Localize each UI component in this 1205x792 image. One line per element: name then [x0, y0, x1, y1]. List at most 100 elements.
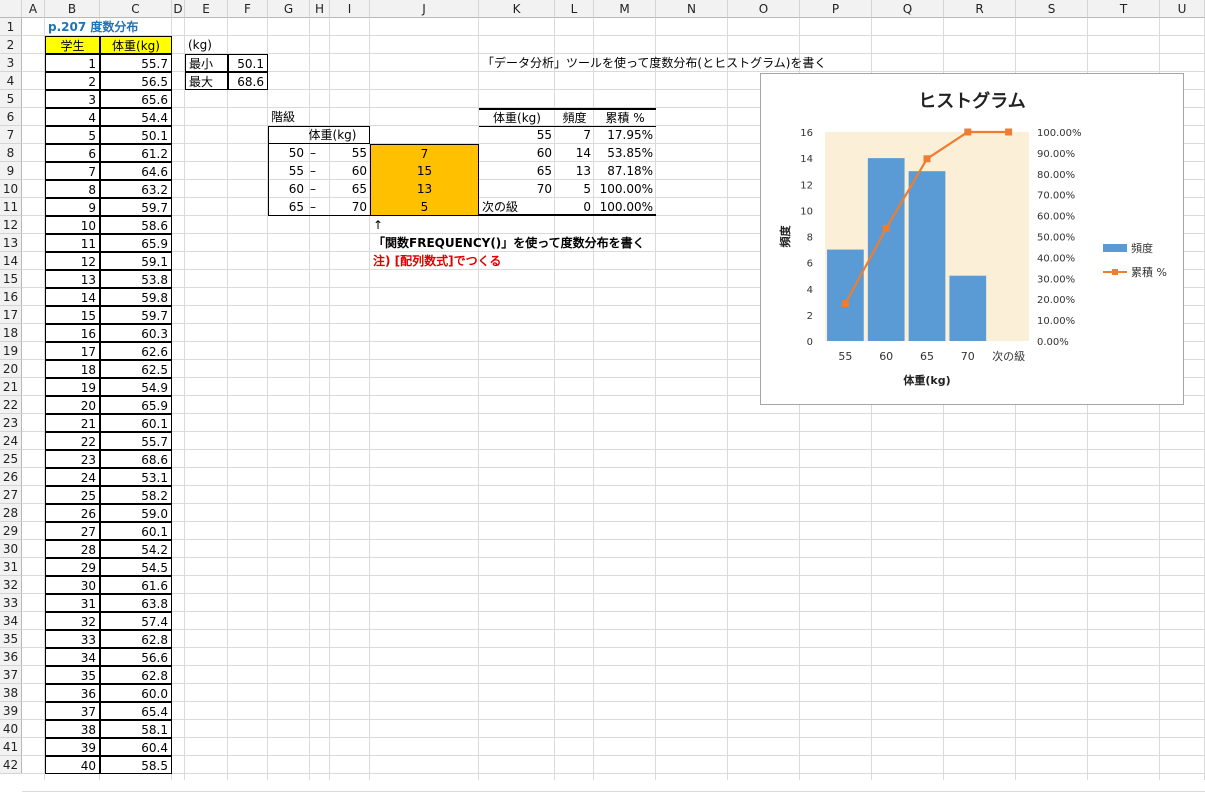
student-number-cell[interactable]: 29	[45, 558, 100, 576]
student-number-cell[interactable]: 13	[45, 270, 100, 288]
analysis-frequency[interactable]: 5	[555, 180, 594, 198]
weight-cell[interactable]: 60.4	[100, 738, 172, 756]
column-header[interactable]: T	[1088, 0, 1160, 18]
column-header[interactable]: O	[728, 0, 800, 18]
row-header[interactable]: 11	[0, 198, 22, 216]
frequency-cell[interactable]: 7	[370, 144, 479, 162]
analysis-cumulative[interactable]: 100.00%	[594, 198, 656, 216]
student-number-cell[interactable]: 21	[45, 414, 100, 432]
weight-cell[interactable]: 60.1	[100, 522, 172, 540]
row-header[interactable]: 41	[0, 738, 22, 756]
row-header[interactable]: 34	[0, 612, 22, 630]
student-number-cell[interactable]: 5	[45, 126, 100, 144]
row-header[interactable]: 28	[0, 504, 22, 522]
analysis-header[interactable]: 体重(kg)	[479, 110, 555, 127]
column-header[interactable]: M	[594, 0, 656, 18]
student-number-cell[interactable]: 38	[45, 720, 100, 738]
header-weight[interactable]: 体重(kg)	[100, 36, 172, 54]
weight-cell[interactable]: 65.4	[100, 702, 172, 720]
row-header[interactable]: 8	[0, 144, 22, 162]
weight-cell[interactable]: 55.7	[100, 432, 172, 450]
class-from[interactable]: 65	[268, 198, 304, 216]
column-header[interactable]: I	[330, 0, 370, 18]
row-header[interactable]: 17	[0, 306, 22, 324]
weight-cell[interactable]: 59.0	[100, 504, 172, 522]
row-header[interactable]: 15	[0, 270, 22, 288]
weight-cell[interactable]: 59.7	[100, 306, 172, 324]
weight-cell[interactable]: 56.5	[100, 72, 172, 90]
weight-cell[interactable]: 65.9	[100, 396, 172, 414]
column-header[interactable]: P	[800, 0, 872, 18]
histogram-chart[interactable]: ヒストグラム 0 2 4 6 8 10 12 14 16 0.00% 10.00% 20.00% 30.0…	[760, 73, 1184, 405]
row-header[interactable]: 5	[0, 90, 22, 108]
student-number-cell[interactable]: 11	[45, 234, 100, 252]
analysis-cumulative[interactable]: 53.85%	[594, 144, 656, 162]
row-header[interactable]: 32	[0, 576, 22, 594]
row-header[interactable]: 35	[0, 630, 22, 648]
row-header[interactable]: 20	[0, 360, 22, 378]
student-number-cell[interactable]: 18	[45, 360, 100, 378]
student-number-cell[interactable]: 1	[45, 54, 100, 72]
frequency-cell[interactable]: 15	[370, 162, 479, 180]
column-header[interactable]: Q	[872, 0, 944, 18]
row-header[interactable]: 27	[0, 486, 22, 504]
weight-cell[interactable]: 62.5	[100, 360, 172, 378]
analysis-cumulative[interactable]: 17.95%	[594, 126, 656, 144]
column-header[interactable]: D	[172, 0, 185, 18]
weight-cell[interactable]: 68.6	[100, 450, 172, 468]
column-header[interactable]: H	[310, 0, 330, 18]
row-header[interactable]: 7	[0, 126, 22, 144]
student-number-cell[interactable]: 31	[45, 594, 100, 612]
weight-cell[interactable]: 60.3	[100, 324, 172, 342]
row-header[interactable]: 33	[0, 594, 22, 612]
column-header[interactable]: S	[1016, 0, 1088, 18]
column-header[interactable]: R	[944, 0, 1016, 18]
weight-cell[interactable]: 53.1	[100, 468, 172, 486]
column-header[interactable]: B	[45, 0, 100, 18]
analysis-bin[interactable]: 次の級	[479, 198, 555, 216]
column-header[interactable]: K	[479, 0, 555, 18]
analysis-frequency[interactable]: 13	[555, 162, 594, 180]
student-number-cell[interactable]: 15	[45, 306, 100, 324]
weight-cell[interactable]: 55.7	[100, 54, 172, 72]
row-header[interactable]: 6	[0, 108, 22, 126]
analysis-header[interactable]: 頻度	[555, 110, 594, 127]
class-to[interactable]: 60	[330, 162, 370, 180]
analysis-cumulative[interactable]: 100.00%	[594, 180, 656, 198]
analysis-frequency[interactable]: 0	[555, 198, 594, 216]
select-all-corner[interactable]	[0, 0, 22, 18]
student-number-cell[interactable]: 32	[45, 612, 100, 630]
row-header[interactable]: 14	[0, 252, 22, 270]
student-number-cell[interactable]: 8	[45, 180, 100, 198]
row-header[interactable]: 18	[0, 324, 22, 342]
weight-cell[interactable]: 63.2	[100, 180, 172, 198]
weight-cell[interactable]: 64.6	[100, 162, 172, 180]
student-number-cell[interactable]: 37	[45, 702, 100, 720]
row-header[interactable]: 16	[0, 288, 22, 306]
row-header[interactable]: 9	[0, 162, 22, 180]
max-value[interactable]: 68.6	[228, 72, 268, 90]
max-label[interactable]: 最大	[185, 72, 228, 90]
row-header[interactable]: 21	[0, 378, 22, 396]
weight-cell[interactable]: 62.8	[100, 666, 172, 684]
row-header[interactable]: 1	[0, 18, 22, 36]
student-number-cell[interactable]: 24	[45, 468, 100, 486]
column-header[interactable]: G	[268, 0, 310, 18]
analysis-header[interactable]: 累積 %	[594, 110, 656, 127]
weight-cell[interactable]: 58.2	[100, 486, 172, 504]
student-number-cell[interactable]: 25	[45, 486, 100, 504]
analysis-frequency[interactable]: 7	[555, 126, 594, 144]
class-to[interactable]: 70	[330, 198, 370, 216]
column-header[interactable]: U	[1160, 0, 1205, 18]
row-header[interactable]: 13	[0, 234, 22, 252]
row-header[interactable]: 36	[0, 648, 22, 666]
row-header[interactable]: 10	[0, 180, 22, 198]
student-number-cell[interactable]: 28	[45, 540, 100, 558]
min-value[interactable]: 50.1	[228, 54, 268, 72]
student-number-cell[interactable]: 34	[45, 648, 100, 666]
frequency-cell[interactable]: 13	[370, 180, 479, 198]
class-from[interactable]: 50	[268, 144, 304, 162]
row-header[interactable]: 38	[0, 684, 22, 702]
student-number-cell[interactable]: 3	[45, 90, 100, 108]
student-number-cell[interactable]: 7	[45, 162, 100, 180]
